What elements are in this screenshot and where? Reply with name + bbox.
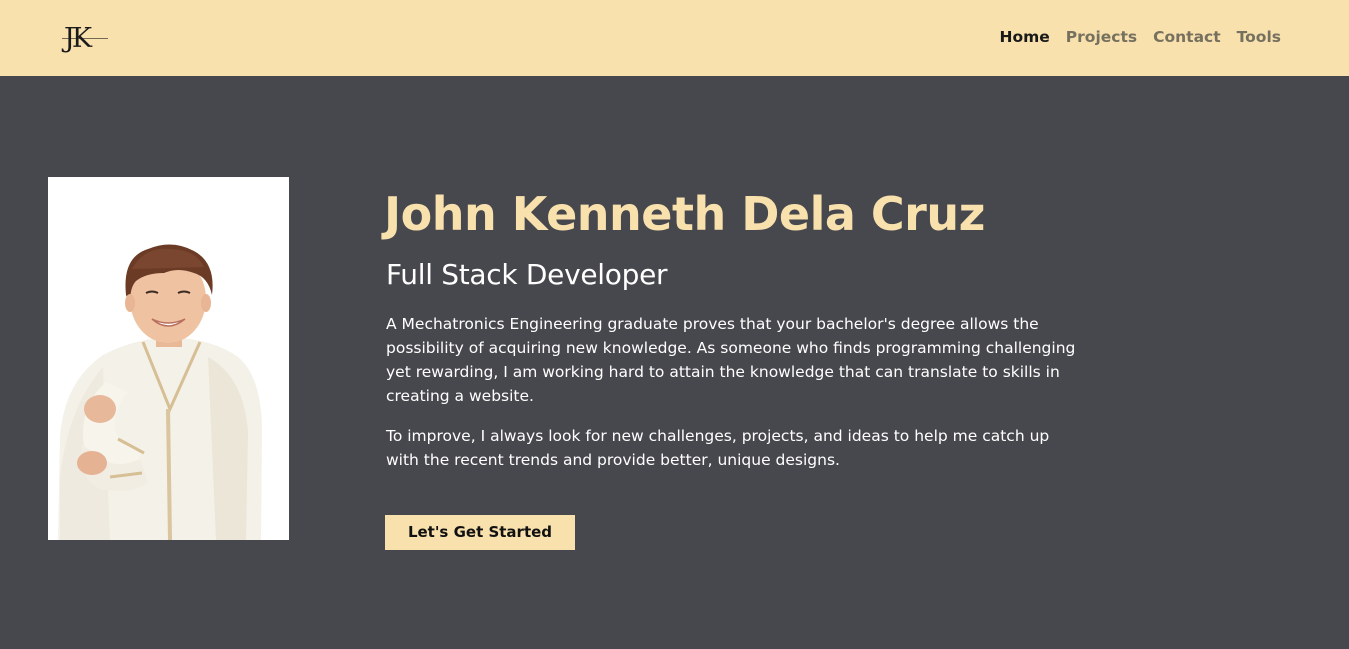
- logo-monogram: JK: [64, 23, 92, 54]
- site-logo[interactable]: JK: [62, 22, 108, 56]
- profile-photo-illustration: [48, 177, 289, 540]
- hero-bio-paragraph-2: To improve, I always look for new challe…: [386, 427, 1050, 469]
- nav-link-tools[interactable]: Tools: [1237, 26, 1281, 48]
- navbar: JK Home Projects Contact Tools: [0, 0, 1349, 76]
- profile-photo: [48, 177, 289, 540]
- get-started-button[interactable]: Let's Get Started: [385, 515, 575, 550]
- nav-link-projects[interactable]: Projects: [1066, 26, 1137, 48]
- logo-divider: [62, 38, 108, 39]
- main-nav: Home Projects Contact Tools: [1000, 26, 1282, 48]
- hero-name: John Kenneth Dela Cruz: [384, 187, 985, 241]
- nav-link-home[interactable]: Home: [1000, 26, 1050, 48]
- hero-role: Full Stack Developer: [386, 258, 668, 291]
- hero-bio-paragraph-1: A Mechatronics Engineering graduate prov…: [386, 315, 1076, 405]
- nav-link-contact[interactable]: Contact: [1153, 26, 1221, 48]
